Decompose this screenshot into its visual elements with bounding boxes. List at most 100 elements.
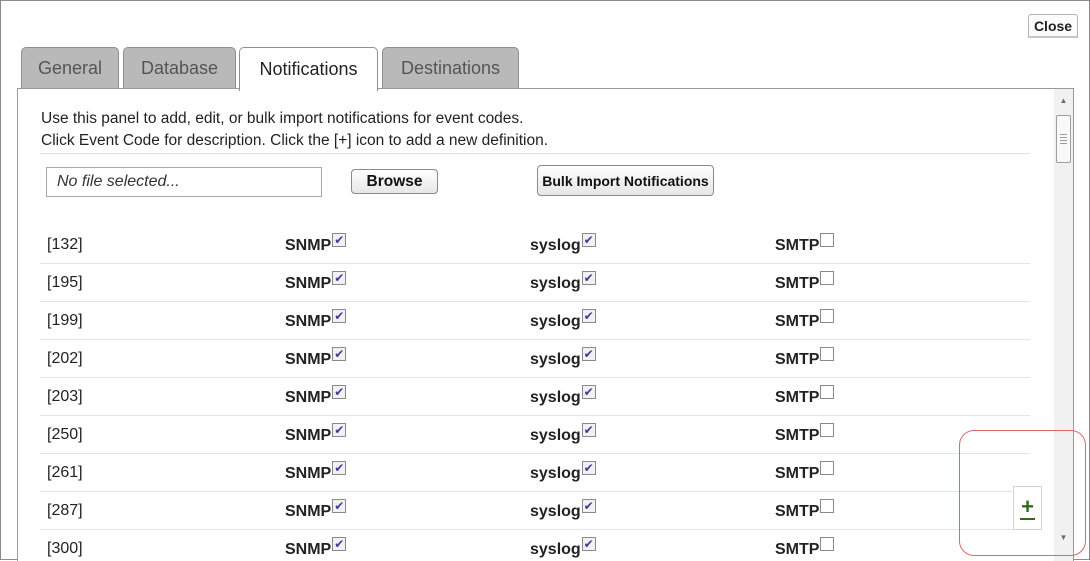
syslog-checkbox[interactable]: ✔ [581, 461, 596, 475]
instructions-line-2: Click Event Code for description. Click … [41, 132, 549, 149]
snmp-option: SNMP ✔ [285, 309, 347, 331]
smtp-option: SMTP [775, 309, 835, 331]
table-row: [132] SNMP ✔ syslog ✔ SMTP [40, 226, 1030, 264]
snmp-option: SNMP ✔ [285, 461, 347, 483]
smtp-checkbox[interactable] [820, 347, 835, 361]
smtp-label: SMTP [775, 541, 820, 558]
syslog-checkbox[interactable]: ✔ [581, 233, 596, 247]
smtp-label: SMTP [775, 389, 820, 406]
syslog-label: syslog [530, 275, 581, 292]
syslog-option: syslog ✔ [530, 423, 596, 445]
snmp-option: SNMP ✔ [285, 385, 347, 407]
syslog-checkbox[interactable]: ✔ [581, 347, 596, 361]
snmp-checkbox[interactable]: ✔ [332, 233, 347, 247]
syslog-checkbox[interactable]: ✔ [581, 537, 596, 551]
syslog-checkbox[interactable]: ✔ [581, 309, 596, 323]
instructions-line-1: Use this panel to add, edit, or bulk imp… [41, 110, 524, 127]
smtp-checkbox[interactable] [820, 309, 835, 323]
smtp-label: SMTP [775, 427, 820, 444]
snmp-option: SNMP ✔ [285, 499, 347, 521]
check-icon: ✔ [583, 423, 594, 437]
syslog-label: syslog [530, 237, 581, 254]
smtp-checkbox[interactable] [820, 423, 835, 437]
tab-destinations[interactable]: Destinations [382, 47, 519, 89]
syslog-checkbox[interactable]: ✔ [581, 423, 596, 437]
add-notification-button[interactable]: + [1013, 486, 1042, 530]
divider [40, 153, 1030, 154]
syslog-label: syslog [530, 465, 581, 482]
snmp-checkbox[interactable]: ✔ [332, 271, 347, 285]
table-row: [202] SNMP ✔ syslog ✔ SMTP [40, 340, 1030, 378]
check-icon: ✔ [334, 499, 345, 513]
snmp-checkbox[interactable]: ✔ [332, 461, 347, 475]
notifications-table: [132] SNMP ✔ syslog ✔ SMTP [195] SNMP ✔ syslog ✔ SM… [40, 226, 1030, 561]
event-code-link[interactable]: [132] [47, 236, 83, 254]
event-code-link[interactable]: [202] [47, 350, 83, 368]
syslog-option: syslog ✔ [530, 499, 596, 521]
close-button[interactable]: Close [1028, 14, 1078, 38]
snmp-label: SNMP [285, 503, 332, 520]
snmp-checkbox[interactable]: ✔ [332, 423, 347, 437]
smtp-option: SMTP [775, 271, 835, 293]
smtp-option: SMTP [775, 347, 835, 369]
event-code-link[interactable]: [250] [47, 426, 83, 444]
syslog-checkbox[interactable]: ✔ [581, 385, 596, 399]
check-icon: ✔ [334, 461, 345, 475]
syslog-option: syslog ✔ [530, 461, 596, 483]
event-code-link[interactable]: [300] [47, 540, 83, 558]
snmp-label: SNMP [285, 389, 332, 406]
smtp-option: SMTP [775, 537, 835, 559]
smtp-checkbox[interactable] [820, 537, 835, 551]
syslog-label: syslog [530, 541, 581, 558]
check-icon: ✔ [583, 537, 594, 551]
vertical-scrollbar[interactable]: ▲ ▼ [1054, 89, 1073, 561]
smtp-checkbox[interactable] [820, 233, 835, 247]
check-icon: ✔ [334, 423, 345, 437]
snmp-option: SNMP ✔ [285, 347, 347, 369]
smtp-checkbox[interactable] [820, 499, 835, 513]
snmp-checkbox[interactable]: ✔ [332, 537, 347, 551]
snmp-checkbox[interactable]: ✔ [332, 499, 347, 513]
snmp-checkbox[interactable]: ✔ [332, 309, 347, 323]
smtp-option: SMTP [775, 233, 835, 255]
syslog-checkbox[interactable]: ✔ [581, 499, 596, 513]
notifications-panel: Use this panel to add, edit, or bulk imp… [17, 88, 1074, 561]
smtp-checkbox[interactable] [820, 271, 835, 285]
event-code-link[interactable]: [195] [47, 274, 83, 292]
syslog-option: syslog ✔ [530, 385, 596, 407]
event-code-link[interactable]: [287] [47, 502, 83, 520]
smtp-option: SMTP [775, 499, 835, 521]
snmp-label: SNMP [285, 427, 332, 444]
bulk-import-button[interactable]: Bulk Import Notifications [537, 165, 714, 196]
file-input[interactable]: No file selected... [46, 167, 322, 197]
check-icon: ✔ [583, 271, 594, 285]
smtp-checkbox[interactable] [820, 461, 835, 475]
syslog-label: syslog [530, 313, 581, 330]
snmp-label: SNMP [285, 275, 332, 292]
snmp-checkbox[interactable]: ✔ [332, 385, 347, 399]
tab-database[interactable]: Database [123, 47, 236, 89]
check-icon: ✔ [583, 347, 594, 361]
check-icon: ✔ [334, 347, 345, 361]
smtp-checkbox[interactable] [820, 385, 835, 399]
tab-notifications[interactable]: Notifications [239, 47, 378, 91]
check-icon: ✔ [334, 385, 345, 399]
tab-general[interactable]: General [21, 47, 119, 89]
smtp-label: SMTP [775, 275, 820, 292]
arrow-up-icon[interactable]: ▲ [1054, 92, 1073, 108]
check-icon: ✔ [334, 537, 345, 551]
syslog-checkbox[interactable]: ✔ [581, 271, 596, 285]
snmp-label: SNMP [285, 237, 332, 254]
event-code-link[interactable]: [203] [47, 388, 83, 406]
arrow-down-icon[interactable]: ▼ [1054, 529, 1073, 545]
snmp-option: SNMP ✔ [285, 537, 347, 559]
event-code-link[interactable]: [261] [47, 464, 83, 482]
scrollbar-thumb[interactable] [1056, 115, 1071, 163]
syslog-label: syslog [530, 389, 581, 406]
table-row: [199] SNMP ✔ syslog ✔ SMTP [40, 302, 1030, 340]
snmp-checkbox[interactable]: ✔ [332, 347, 347, 361]
browse-button[interactable]: Browse [351, 169, 438, 194]
smtp-option: SMTP [775, 385, 835, 407]
event-code-link[interactable]: [199] [47, 312, 83, 330]
syslog-option: syslog ✔ [530, 537, 596, 559]
